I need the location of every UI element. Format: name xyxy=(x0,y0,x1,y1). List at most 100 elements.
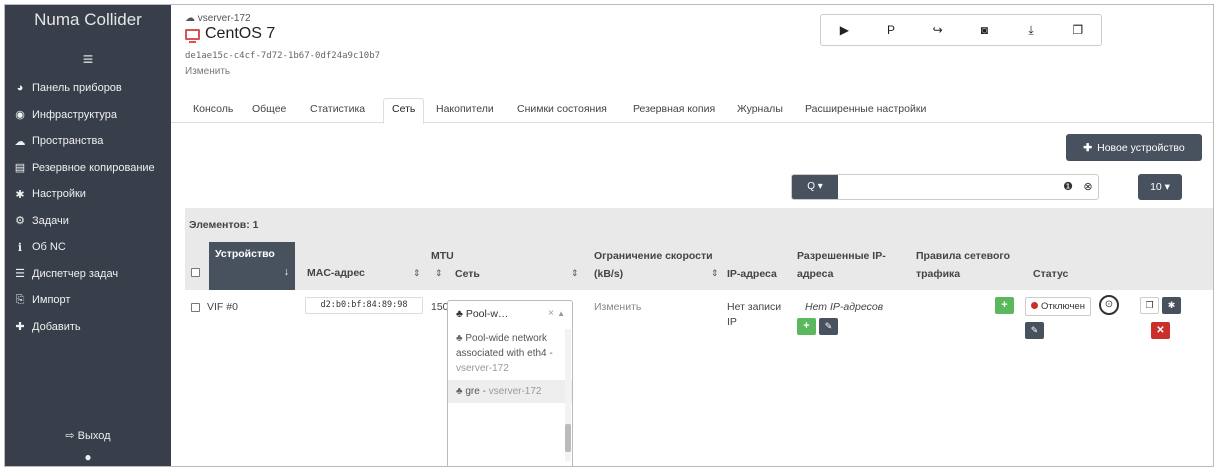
sidebar-item-7[interactable]: ☰ Диспетчер задач xyxy=(5,261,171,288)
cell-ip-line1: Нет записи xyxy=(727,301,782,313)
status-badge[interactable]: Отключен xyxy=(1025,297,1091,316)
search-input[interactable] xyxy=(838,175,1058,199)
sort-icon[interactable]: ⇕ xyxy=(711,268,719,279)
tab-8[interactable]: Расширенные настройки xyxy=(797,99,934,119)
sort-icon[interactable]: ⇕ xyxy=(571,268,579,279)
archive-icon: ▤ xyxy=(14,162,26,175)
unlock-icon[interactable]: ⊙ xyxy=(1099,295,1119,315)
brand-title[interactable]: Numa Collider xyxy=(5,5,171,43)
tab-0[interactable]: Консоль xyxy=(185,99,241,119)
th-ip: IP-адреса xyxy=(727,268,777,280)
sidebar-item-label: Добавить xyxy=(32,320,81,333)
th-mtu[interactable]: MTU xyxy=(431,250,454,262)
new-device-button[interactable]: ✚ Новое устройство xyxy=(1066,134,1202,161)
tab-1[interactable]: Общее xyxy=(244,99,294,119)
globe-icon: ◉ xyxy=(15,109,25,122)
sidebar-item-4[interactable]: ✱ Настройки xyxy=(5,181,171,208)
gear-icon: ✱ xyxy=(15,188,25,201)
sign-out-icon: ⇨ xyxy=(65,430,75,442)
sidebar-item-1[interactable]: ◉ Инфраструктура xyxy=(5,102,171,129)
sidebar-item-9[interactable]: ✚ Добавить xyxy=(5,314,171,341)
clear-selection-icon[interactable]: × xyxy=(548,301,554,327)
scrollbar-thumb[interactable] xyxy=(565,424,571,452)
vm-name: CentOS 7 xyxy=(205,25,276,42)
search-bar: Q ▾ ❶ ⊗ xyxy=(791,174,1099,200)
th-allowed-line1: Разрешенные IP- xyxy=(797,250,886,262)
network-option[interactable]: ♣ Pool-wide network associated with eth4… xyxy=(448,327,572,380)
edit-ip-button[interactable]: ✎ xyxy=(819,318,838,335)
import-icon: ⎘ xyxy=(15,293,25,306)
th-device[interactable]: Устройство ↓ xyxy=(209,242,295,290)
sidebar-item-3[interactable]: ▤ Резервное копирование xyxy=(5,155,171,182)
clear-icon[interactable]: ⊗ xyxy=(1078,175,1098,199)
logout-label: Выход xyxy=(77,430,111,442)
tab-3[interactable]: Сеть xyxy=(383,98,425,124)
th-rules-line1: Правила сетевого xyxy=(916,250,1011,262)
th-status: Статус xyxy=(1033,268,1069,280)
sidebar-item-label: Резервное копирование xyxy=(32,161,155,174)
add-rule-button[interactable]: + xyxy=(995,297,1014,314)
sidebar-item-2[interactable]: ☁ Пространства xyxy=(5,128,171,155)
items-count: Элементов: 1 xyxy=(189,219,259,231)
sidebar-item-6[interactable]: ℹ Об NC xyxy=(5,234,171,261)
network-dropdown: ♣ Pool-wide network associated with eth4… xyxy=(447,327,573,466)
th-rate-line1[interactable]: Ограничение скорости xyxy=(594,250,713,262)
play-icon[interactable]: ▶ xyxy=(821,15,868,45)
download-icon[interactable]: ⤓ xyxy=(1008,15,1055,45)
tab-4[interactable]: Накопители xyxy=(428,99,502,119)
th-mac[interactable]: MAC-адрес xyxy=(307,267,365,279)
sidebar-item-0[interactable]: ◕ Панель приборов xyxy=(5,75,171,102)
user-icon[interactable]: ● xyxy=(5,450,171,464)
logout-button[interactable]: ⇨ Выход xyxy=(5,429,171,442)
row-checkbox[interactable] xyxy=(191,303,200,312)
camera-icon[interactable]: ◙ xyxy=(961,15,1008,45)
share-icon[interactable]: ↪ xyxy=(914,15,961,45)
status-dot-icon xyxy=(1031,302,1038,309)
hamburger-icon[interactable]: ≡ xyxy=(5,43,171,75)
rate-edit-link[interactable]: Изменить xyxy=(594,301,641,313)
delete-button[interactable]: ✕ xyxy=(1151,322,1170,339)
th-rules-line2: трафика xyxy=(916,268,961,280)
plus-icon: ✚ xyxy=(1083,141,1093,154)
cloud-icon: ☁ xyxy=(14,135,26,148)
sidebar-item-label: Настройки xyxy=(32,188,86,201)
sort-icon[interactable]: ⇕ xyxy=(413,268,421,279)
edit-vm-link[interactable]: Изменить xyxy=(185,66,230,77)
select-all-checkbox[interactable] xyxy=(191,268,200,277)
add-ip-button[interactable]: + xyxy=(797,318,816,335)
network-icon: ♣ xyxy=(456,386,466,397)
gear-icon[interactable]: ✱ xyxy=(1162,297,1181,314)
cell-ip-line2: IP xyxy=(727,316,737,328)
network-select[interactable]: ♣ Pool-w… × ▲ xyxy=(447,300,573,328)
monitor-icon xyxy=(185,28,200,43)
vm-pool-link[interactable]: ☁ vserver-172 xyxy=(185,13,251,24)
th-allowed-line2: адреса xyxy=(797,268,834,280)
vm-uuid: de1ae15c-c4cf-7d72-1b67-0df24a9c10b7 xyxy=(185,51,381,61)
network-option[interactable]: ♣ gre - vserver-172 xyxy=(448,380,572,403)
sidebar-item-label: Инфраструктура xyxy=(32,108,118,121)
chevron-up-icon[interactable]: ▲ xyxy=(557,301,565,327)
info-icon[interactable]: ❶ xyxy=(1058,175,1078,199)
sidebar-item-8[interactable]: ⎘ Импорт xyxy=(5,287,171,314)
th-rate-line2[interactable]: (kB/s) xyxy=(594,268,623,280)
th-network[interactable]: Сеть xyxy=(455,268,480,280)
sidebar-item-5[interactable]: ⚙ Задачи xyxy=(5,208,171,235)
copy-icon[interactable]: ❐ xyxy=(1140,297,1159,314)
tab-7[interactable]: Журналы xyxy=(729,99,791,119)
search-filter-button[interactable]: Q ▾ xyxy=(792,175,838,199)
copy-icon[interactable]: ❐ xyxy=(1054,15,1101,45)
edit-status-button[interactable]: ✎ xyxy=(1025,322,1044,339)
tab-2[interactable]: Статистика xyxy=(302,99,373,119)
page-size-dropdown[interactable]: 10 ▾ xyxy=(1138,174,1182,200)
network-icon: ♣ xyxy=(456,308,463,320)
vm-title: CentOS 7 xyxy=(185,25,275,43)
cogs-icon: ⚙ xyxy=(15,215,25,228)
p-icon[interactable]: P xyxy=(868,15,915,45)
sort-icon[interactable]: ⇕ xyxy=(435,268,443,279)
plus-icon: ✚ xyxy=(15,321,25,334)
tab-5[interactable]: Снимки состояния xyxy=(509,99,615,119)
tab-6[interactable]: Резервная копия xyxy=(625,99,723,119)
sort-desc-icon: ↓ xyxy=(283,266,289,278)
sidebar-item-label: Об NC xyxy=(32,241,66,254)
sidebar: Numa Collider ≡ ◕ Панель приборов ◉ Инфраст… xyxy=(5,5,171,466)
